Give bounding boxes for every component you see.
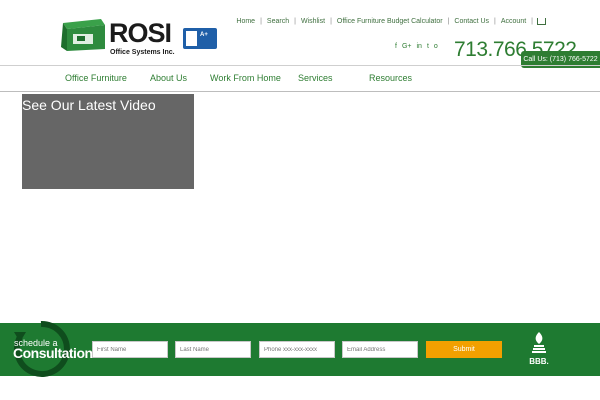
top-link-account[interactable]: Account: [496, 18, 531, 25]
top-link-wishlist[interactable]: Wishlist: [296, 18, 330, 25]
company-logo[interactable]: ROSI Office Systems Inc.: [57, 17, 177, 57]
nav-item-about-us[interactable]: About Us: [150, 73, 187, 83]
latest-video-panel[interactable]: See Our Latest Video: [22, 94, 194, 189]
cart-icon[interactable]: [537, 18, 546, 25]
social-icons: f G+ in t o: [395, 43, 438, 50]
instagram-icon[interactable]: o: [434, 43, 438, 50]
bbb-accredited-badge[interactable]: A+: [183, 28, 217, 49]
nav-item-services[interactable]: Services: [298, 73, 333, 83]
nav-item-office-furniture[interactable]: Office Furniture: [65, 73, 127, 83]
bbb-logo-icon[interactable]: BBB.: [527, 330, 551, 368]
logo-subtitle: Office Systems Inc.: [110, 49, 175, 56]
last-name-field[interactable]: [175, 341, 251, 358]
bbb-torch-icon: [186, 31, 197, 46]
logo-wordmark: ROSI: [109, 18, 172, 48]
first-name-field[interactable]: [92, 341, 168, 358]
phone-field[interactable]: [259, 341, 335, 358]
top-link-home[interactable]: Home: [231, 18, 260, 25]
email-field[interactable]: [342, 341, 418, 358]
logo-cubicle-icon: [61, 19, 105, 51]
linkedin-icon[interactable]: in: [417, 43, 422, 50]
top-link-budget-calculator[interactable]: Office Furniture Budget Calculator: [332, 18, 448, 25]
nav-bottom-divider: [0, 91, 600, 92]
top-link-contact[interactable]: Contact Us: [449, 18, 494, 25]
facebook-icon[interactable]: f: [395, 43, 397, 50]
bbb-rating-label: A+: [200, 32, 208, 38]
consultation-heading: Consultation: [13, 345, 93, 361]
main-nav: Office Furniture About Us Work From Home…: [0, 66, 600, 91]
top-link-search[interactable]: Search: [262, 18, 294, 25]
nav-item-resources[interactable]: Resources: [369, 73, 412, 83]
twitter-icon[interactable]: t: [427, 43, 429, 50]
video-title: See Our Latest Video: [22, 97, 156, 113]
nav-item-work-from-home[interactable]: Work From Home: [210, 73, 281, 83]
google-plus-icon[interactable]: G+: [402, 43, 412, 50]
top-utility-nav: Home | Search | Wishlist | Office Furniture…: [231, 18, 546, 25]
submit-button[interactable]: Submit: [426, 341, 502, 358]
bbb-footer-label: BBB.: [529, 357, 549, 366]
